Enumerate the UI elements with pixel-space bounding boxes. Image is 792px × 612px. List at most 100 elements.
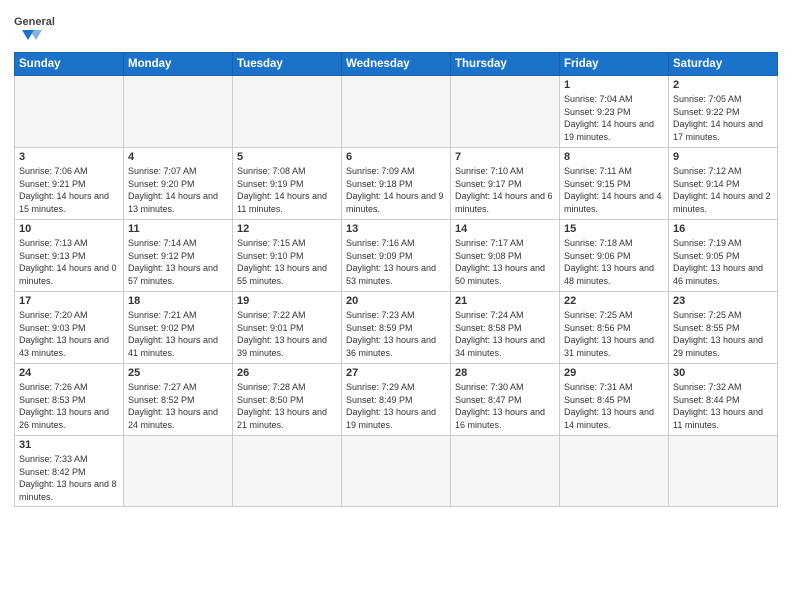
calendar-cell: 1Sunrise: 7:04 AM Sunset: 9:23 PM Daylig… bbox=[560, 76, 669, 148]
svg-text:General: General bbox=[14, 16, 55, 28]
calendar-cell: 24Sunrise: 7:26 AM Sunset: 8:53 PM Dayli… bbox=[15, 364, 124, 436]
day-number: 19 bbox=[237, 295, 337, 307]
day-info: Sunrise: 7:05 AM Sunset: 9:22 PM Dayligh… bbox=[673, 93, 773, 143]
calendar-header-row: SundayMondayTuesdayWednesdayThursdayFrid… bbox=[15, 53, 778, 76]
day-number: 1 bbox=[564, 79, 664, 91]
calendar-cell bbox=[124, 76, 233, 148]
day-number: 21 bbox=[455, 295, 555, 307]
calendar-cell: 20Sunrise: 7:23 AM Sunset: 8:59 PM Dayli… bbox=[342, 292, 451, 364]
day-number: 20 bbox=[346, 295, 446, 307]
day-number: 2 bbox=[673, 79, 773, 91]
day-number: 25 bbox=[128, 367, 228, 379]
logo: General bbox=[14, 10, 74, 46]
day-number: 15 bbox=[564, 223, 664, 235]
calendar-cell: 5Sunrise: 7:08 AM Sunset: 9:19 PM Daylig… bbox=[233, 148, 342, 220]
calendar-cell: 10 Sunrise: 7:13 AM Sunset: 9:13 PM Dayli… bbox=[15, 220, 124, 292]
day-number: 3 bbox=[19, 151, 119, 163]
calendar-cell: 9Sunrise: 7:12 AM Sunset: 9:14 PM Daylig… bbox=[669, 148, 778, 220]
day-info: Sunrise: 7:29 AM Sunset: 8:49 PM Dayligh… bbox=[346, 381, 446, 431]
day-info: Sunrise: 7:11 AM Sunset: 9:15 PM Dayligh… bbox=[564, 165, 664, 215]
day-info: Sunrise: 7:24 AM Sunset: 8:58 PM Dayligh… bbox=[455, 309, 555, 359]
day-number: 17 bbox=[19, 295, 119, 307]
day-number: 14 bbox=[455, 223, 555, 235]
day-number: 7 bbox=[455, 151, 555, 163]
calendar-header-thursday: Thursday bbox=[451, 53, 560, 76]
calendar-cell bbox=[124, 436, 233, 507]
calendar-week-row: 24Sunrise: 7:26 AM Sunset: 8:53 PM Dayli… bbox=[15, 364, 778, 436]
day-info: Sunrise: 7:15 AM Sunset: 9:10 PM Dayligh… bbox=[237, 237, 337, 287]
day-number: 26 bbox=[237, 367, 337, 379]
calendar-cell: 29 Sunrise: 7:31 AM Sunset: 8:45 PM Dayli… bbox=[560, 364, 669, 436]
day-number: 4 bbox=[128, 151, 228, 163]
calendar-cell: 7 Sunrise: 7:10 AM Sunset: 9:17 PM Daylig… bbox=[451, 148, 560, 220]
day-info: Sunrise: 7:10 AM Sunset: 9:17 PM Dayligh… bbox=[455, 165, 555, 215]
day-info: Sunrise: 7:07 AM Sunset: 9:20 PM Dayligh… bbox=[128, 165, 228, 215]
calendar-week-row: 17 Sunrise: 7:20 AM Sunset: 9:03 PM Dayli… bbox=[15, 292, 778, 364]
day-info: Sunrise: 7:32 AM Sunset: 8:44 PM Dayligh… bbox=[673, 381, 773, 431]
calendar-cell bbox=[15, 76, 124, 148]
calendar-cell: 26Sunrise: 7:28 AM Sunset: 8:50 PM Dayli… bbox=[233, 364, 342, 436]
calendar-cell bbox=[342, 76, 451, 148]
calendar-cell: 27 Sunrise: 7:29 AM Sunset: 8:49 PM Dayli… bbox=[342, 364, 451, 436]
calendar-cell bbox=[560, 436, 669, 507]
header: General bbox=[14, 10, 778, 46]
day-info: Sunrise: 7:30 AM Sunset: 8:47 PM Dayligh… bbox=[455, 381, 555, 431]
day-info: Sunrise: 7:21 AM Sunset: 9:02 PM Dayligh… bbox=[128, 309, 228, 359]
calendar-week-row: 31 Sunrise: 7:33 AM Sunset: 8:42 PM Dayli… bbox=[15, 436, 778, 507]
calendar-cell: 17 Sunrise: 7:20 AM Sunset: 9:03 PM Dayli… bbox=[15, 292, 124, 364]
day-number: 13 bbox=[346, 223, 446, 235]
day-info: Sunrise: 7:13 AM Sunset: 9:13 PM Dayligh… bbox=[19, 237, 119, 287]
calendar-cell: 11Sunrise: 7:14 AM Sunset: 9:12 PM Dayli… bbox=[124, 220, 233, 292]
calendar-cell: 28Sunrise: 7:30 AM Sunset: 8:47 PM Dayli… bbox=[451, 364, 560, 436]
calendar-cell bbox=[233, 436, 342, 507]
calendar-table: SundayMondayTuesdayWednesdayThursdayFrid… bbox=[14, 52, 778, 507]
calendar-header-wednesday: Wednesday bbox=[342, 53, 451, 76]
calendar-cell: 30 Sunrise: 7:32 AM Sunset: 8:44 PM Dayli… bbox=[669, 364, 778, 436]
calendar-cell: 23Sunrise: 7:25 AM Sunset: 8:55 PM Dayli… bbox=[669, 292, 778, 364]
day-info: Sunrise: 7:18 AM Sunset: 9:06 PM Dayligh… bbox=[564, 237, 664, 287]
calendar-header-sunday: Sunday bbox=[15, 53, 124, 76]
day-number: 29 bbox=[564, 367, 664, 379]
day-info: Sunrise: 7:33 AM Sunset: 8:42 PM Dayligh… bbox=[19, 453, 119, 503]
calendar-header-saturday: Saturday bbox=[669, 53, 778, 76]
calendar-cell: 22Sunrise: 7:25 AM Sunset: 8:56 PM Dayli… bbox=[560, 292, 669, 364]
day-number: 23 bbox=[673, 295, 773, 307]
calendar-cell bbox=[451, 76, 560, 148]
calendar-cell: 2 Sunrise: 7:05 AM Sunset: 9:22 PM Daylig… bbox=[669, 76, 778, 148]
day-info: Sunrise: 7:27 AM Sunset: 8:52 PM Dayligh… bbox=[128, 381, 228, 431]
calendar-cell: 25 Sunrise: 7:27 AM Sunset: 8:52 PM Dayli… bbox=[124, 364, 233, 436]
calendar-header-tuesday: Tuesday bbox=[233, 53, 342, 76]
calendar-cell: 4 Sunrise: 7:07 AM Sunset: 9:20 PM Daylig… bbox=[124, 148, 233, 220]
day-info: Sunrise: 7:09 AM Sunset: 9:18 PM Dayligh… bbox=[346, 165, 446, 215]
day-number: 31 bbox=[19, 439, 119, 451]
calendar-cell bbox=[669, 436, 778, 507]
day-info: Sunrise: 7:20 AM Sunset: 9:03 PM Dayligh… bbox=[19, 309, 119, 359]
day-info: Sunrise: 7:12 AM Sunset: 9:14 PM Dayligh… bbox=[673, 165, 773, 215]
calendar-week-row: 3 Sunrise: 7:06 AM Sunset: 9:21 PM Daylig… bbox=[15, 148, 778, 220]
day-info: Sunrise: 7:22 AM Sunset: 9:01 PM Dayligh… bbox=[237, 309, 337, 359]
day-number: 8 bbox=[564, 151, 664, 163]
calendar-cell: 31 Sunrise: 7:33 AM Sunset: 8:42 PM Dayli… bbox=[15, 436, 124, 507]
day-info: Sunrise: 7:31 AM Sunset: 8:45 PM Dayligh… bbox=[564, 381, 664, 431]
day-number: 16 bbox=[673, 223, 773, 235]
page: General SundayMondayTuesdayWednesdayThur… bbox=[0, 0, 792, 612]
day-number: 6 bbox=[346, 151, 446, 163]
day-info: Sunrise: 7:14 AM Sunset: 9:12 PM Dayligh… bbox=[128, 237, 228, 287]
day-info: Sunrise: 7:17 AM Sunset: 9:08 PM Dayligh… bbox=[455, 237, 555, 287]
day-number: 27 bbox=[346, 367, 446, 379]
day-number: 10 bbox=[19, 223, 119, 235]
calendar-cell: 13 Sunrise: 7:16 AM Sunset: 9:09 PM Dayli… bbox=[342, 220, 451, 292]
day-info: Sunrise: 7:16 AM Sunset: 9:09 PM Dayligh… bbox=[346, 237, 446, 287]
day-number: 5 bbox=[237, 151, 337, 163]
day-number: 22 bbox=[564, 295, 664, 307]
calendar-cell: 6 Sunrise: 7:09 AM Sunset: 9:18 PM Daylig… bbox=[342, 148, 451, 220]
calendar-header-friday: Friday bbox=[560, 53, 669, 76]
day-number: 30 bbox=[673, 367, 773, 379]
day-info: Sunrise: 7:06 AM Sunset: 9:21 PM Dayligh… bbox=[19, 165, 119, 215]
day-number: 12 bbox=[237, 223, 337, 235]
calendar-header-monday: Monday bbox=[124, 53, 233, 76]
calendar-week-row: 10 Sunrise: 7:13 AM Sunset: 9:13 PM Dayli… bbox=[15, 220, 778, 292]
calendar-cell: 15 Sunrise: 7:18 AM Sunset: 9:06 PM Dayli… bbox=[560, 220, 669, 292]
day-number: 24 bbox=[19, 367, 119, 379]
day-number: 18 bbox=[128, 295, 228, 307]
